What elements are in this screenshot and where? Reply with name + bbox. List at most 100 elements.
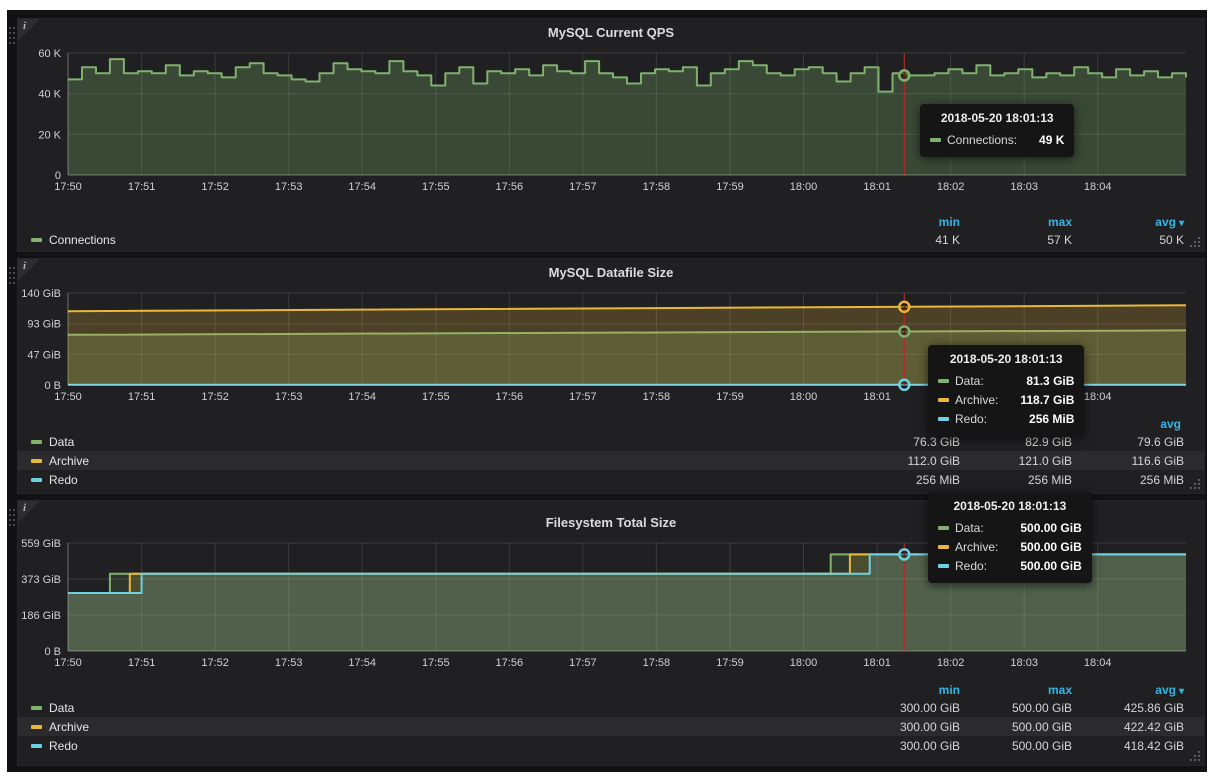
svg-text:17:55: 17:55: [422, 391, 450, 403]
panel-info-corner[interactable]: i: [18, 259, 40, 281]
svg-text:17:58: 17:58: [643, 657, 671, 669]
svg-text:17:55: 17:55: [422, 657, 450, 669]
panel-mysql-datafile-size: i MySQL Datafile Size 17:5017:5117:5217:…: [17, 258, 1205, 494]
series-cell: Redo: [31, 473, 848, 487]
legend-header-row: min max avg▾: [18, 213, 1204, 230]
legend: min max avg Data 76.3 GiB 82.9 GiB 79.6 …: [18, 415, 1204, 489]
legend-avg-value: 422.42 GiB: [1072, 720, 1184, 734]
legend-row-redo: Redo 300.00 GiB 500.00 GiB 418.42 GiB: [18, 736, 1204, 755]
legend-min-value: 41 K: [848, 233, 960, 247]
legend-row-redo: Redo 256 MiB 256 MiB 256 MiB: [18, 470, 1204, 489]
legend-max-value: 82.9 GiB: [960, 435, 1072, 449]
legend-min-value: 300.00 GiB: [848, 739, 960, 753]
legend-header-row: min max avg: [18, 415, 1204, 432]
legend-sort-min[interactable]: min: [848, 683, 960, 697]
legend-sort-min[interactable]: min: [848, 417, 960, 431]
legend-max-value: 500.00 GiB: [960, 701, 1072, 715]
legend-sort-avg[interactable]: avg▾: [1072, 683, 1184, 697]
svg-text:18:03: 18:03: [1010, 657, 1038, 669]
series-color-swatch[interactable]: [31, 706, 42, 710]
legend-sort-max[interactable]: max: [960, 417, 1072, 431]
qps-chart[interactable]: 17:5017:5117:5217:5317:5417:5517:5617:57…: [18, 43, 1206, 197]
panel-resize-grip[interactable]: [1188, 749, 1200, 761]
series-cell: Archive: [31, 454, 848, 468]
panel-info-corner[interactable]: i: [18, 501, 40, 523]
series-toggle-redo[interactable]: Redo: [49, 473, 78, 487]
svg-text:18:02: 18:02: [937, 657, 965, 669]
panel-drag-handle[interactable]: [9, 265, 17, 289]
svg-text:17:59: 17:59: [716, 391, 744, 403]
legend-sort-max[interactable]: max: [960, 683, 1072, 697]
series-toggle-data[interactable]: Data: [49, 701, 74, 715]
legend-sort-avg[interactable]: avg▾: [1072, 215, 1184, 229]
panel-title[interactable]: Filesystem Total Size: [18, 513, 1204, 533]
sort-caret-icon: ▾: [1179, 686, 1184, 697]
series-color-swatch[interactable]: [31, 478, 42, 482]
legend-sort-avg[interactable]: avg: [1072, 417, 1184, 431]
svg-text:17:57: 17:57: [569, 657, 597, 669]
filesystem-size-chart[interactable]: 17:5017:5117:5217:5317:5417:5517:5617:57…: [18, 533, 1206, 673]
series-color-swatch[interactable]: [31, 238, 42, 242]
series-cell: Connections: [31, 233, 848, 247]
series-toggle-data[interactable]: Data: [49, 435, 74, 449]
legend-min-value: 300.00 GiB: [848, 701, 960, 715]
series-cell: Redo: [31, 739, 848, 753]
svg-text:17:50: 17:50: [54, 391, 82, 403]
svg-text:18:01: 18:01: [863, 181, 891, 193]
svg-text:140 GiB: 140 GiB: [21, 288, 61, 300]
svg-text:17:59: 17:59: [716, 181, 744, 193]
sort-caret-icon: ▾: [1179, 218, 1184, 229]
svg-text:0 B: 0 B: [44, 380, 61, 392]
svg-text:0 B: 0 B: [44, 646, 61, 658]
legend-sort-min[interactable]: min: [848, 215, 960, 229]
svg-text:20 K: 20 K: [38, 129, 61, 141]
svg-text:0: 0: [55, 170, 61, 182]
series-cell: Archive: [31, 720, 848, 734]
svg-text:18:03: 18:03: [1010, 181, 1038, 193]
series-cell: Data: [31, 701, 848, 715]
legend-max-value: 500.00 GiB: [960, 720, 1072, 734]
panel-title[interactable]: MySQL Current QPS: [18, 23, 1204, 43]
svg-text:18:00: 18:00: [790, 391, 818, 403]
panel-resize-grip[interactable]: [1188, 235, 1200, 247]
legend-avg-value: 256 MiB: [1072, 473, 1184, 487]
svg-text:17:55: 17:55: [422, 181, 450, 193]
panel-info-corner[interactable]: i: [18, 19, 40, 41]
panel-drag-handle[interactable]: [9, 25, 17, 49]
legend-max-value: 121.0 GiB: [960, 454, 1072, 468]
legend-min-value: 300.00 GiB: [848, 720, 960, 734]
legend-avg-value: 418.42 GiB: [1072, 739, 1184, 753]
legend-row-archive: Archive 112.0 GiB 121.0 GiB 116.6 GiB: [18, 451, 1204, 470]
svg-text:17:59: 17:59: [716, 657, 744, 669]
legend-max-value: 256 MiB: [960, 473, 1072, 487]
svg-text:17:58: 17:58: [643, 181, 671, 193]
panel-resize-grip[interactable]: [1188, 477, 1200, 489]
svg-text:186 GiB: 186 GiB: [21, 610, 61, 622]
panel-drag-handle[interactable]: [9, 507, 17, 531]
legend-min-value: 256 MiB: [848, 473, 960, 487]
svg-text:17:53: 17:53: [275, 181, 303, 193]
series-color-swatch[interactable]: [31, 744, 42, 748]
series-color-swatch[interactable]: [31, 725, 42, 729]
legend-avg-value: 116.6 GiB: [1072, 454, 1184, 468]
panel-title[interactable]: MySQL Datafile Size: [18, 263, 1204, 283]
legend-row-data: Data 76.3 GiB 82.9 GiB 79.6 GiB: [18, 432, 1204, 451]
svg-text:18:01: 18:01: [863, 657, 891, 669]
svg-text:17:52: 17:52: [201, 657, 229, 669]
series-toggle-redo[interactable]: Redo: [49, 739, 78, 753]
info-icon: i: [23, 20, 26, 32]
svg-text:18:03: 18:03: [1010, 391, 1038, 403]
legend-sort-max[interactable]: max: [960, 215, 1072, 229]
svg-text:18:04: 18:04: [1084, 181, 1112, 193]
series-toggle-archive[interactable]: Archive: [49, 720, 89, 734]
svg-text:17:58: 17:58: [643, 391, 671, 403]
svg-text:17:56: 17:56: [496, 391, 524, 403]
series-color-swatch[interactable]: [31, 440, 42, 444]
legend-row-data: Data 300.00 GiB 500.00 GiB 425.86 GiB: [18, 698, 1204, 717]
series-toggle-connections[interactable]: Connections: [49, 233, 116, 247]
svg-text:17:53: 17:53: [275, 657, 303, 669]
series-toggle-archive[interactable]: Archive: [49, 454, 89, 468]
series-color-swatch[interactable]: [31, 459, 42, 463]
info-icon: i: [23, 502, 26, 514]
datafile-size-chart[interactable]: 17:5017:5117:5217:5317:5417:5517:5617:57…: [18, 283, 1206, 407]
